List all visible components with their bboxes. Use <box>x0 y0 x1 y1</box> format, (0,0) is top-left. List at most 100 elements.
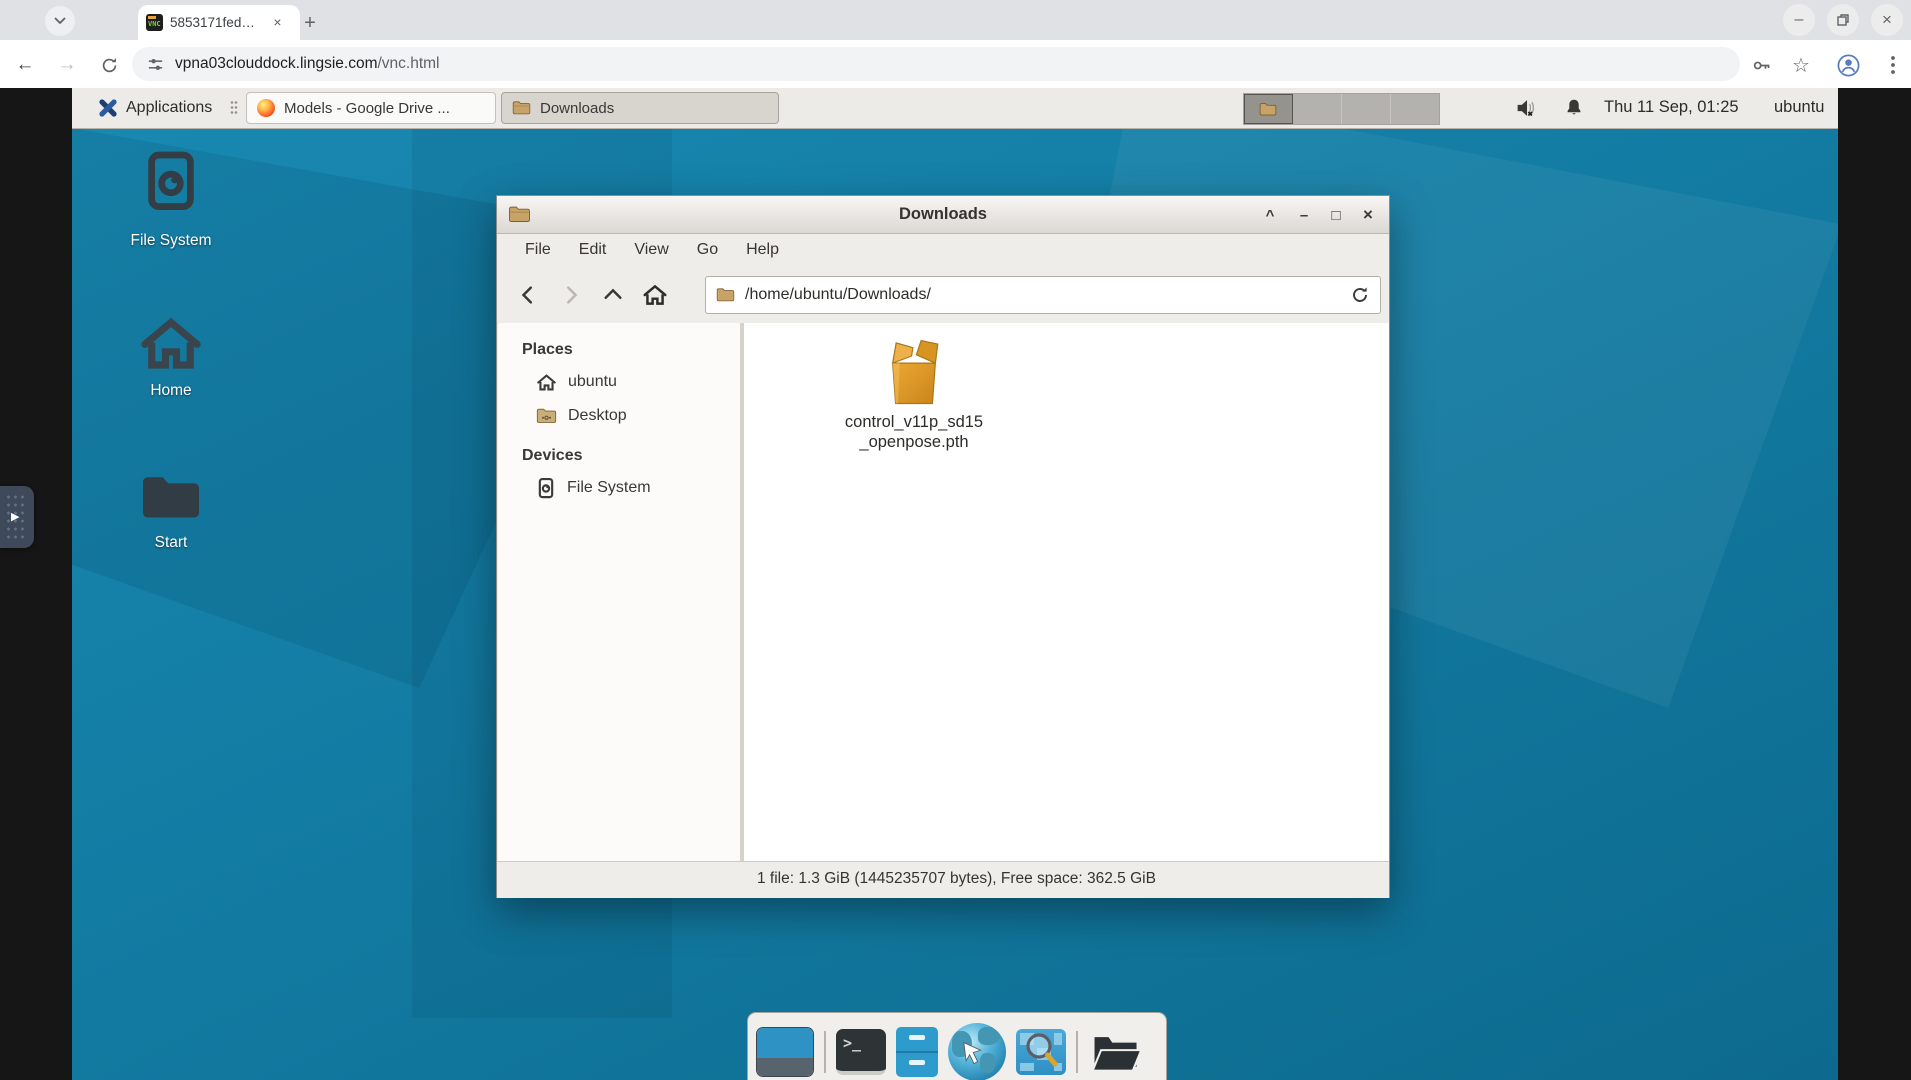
new-tab-button[interactable]: + <box>296 9 324 37</box>
browser-menu-button[interactable] <box>1884 52 1902 78</box>
dock-web-browser-button[interactable] <box>948 1023 1006 1080</box>
desktop-folder-icon <box>536 407 557 425</box>
cursor-icon <box>962 1041 984 1067</box>
devices-header: Devices <box>498 433 740 471</box>
panel-grip-handle[interactable] <box>230 100 238 116</box>
expand-arrow-icon: ▶ <box>11 510 19 523</box>
dock-file-manager-button[interactable] <box>896 1027 938 1077</box>
restore-icon <box>1837 14 1849 26</box>
volume-indicator[interactable] <box>1515 97 1538 119</box>
tab-close-button[interactable]: × <box>269 14 286 31</box>
fm-path-bar[interactable] <box>705 276 1381 314</box>
workspace-3[interactable] <box>1342 94 1391 124</box>
sidebar-item-label: ubuntu <box>568 373 617 391</box>
dock-terminal-button[interactable]: >_ <box>836 1029 886 1075</box>
back-button[interactable]: ← <box>12 52 38 78</box>
magnifier-icon <box>1022 1031 1062 1073</box>
fm-minimize-button[interactable]: – <box>1291 203 1317 227</box>
fm-titlebar[interactable]: Downloads ^ – □ × <box>497 196 1389 234</box>
panel-clock[interactable]: Thu 11 Sep, 01:25 <box>1604 98 1739 117</box>
workspace-4[interactable] <box>1391 94 1439 124</box>
fm-file-pane[interactable]: control_v11p_sd15 _openpose.pth <box>744 323 1389 861</box>
fm-sidebar: Places ubuntu Desktop Devices File Syste… <box>498 323 740 861</box>
reload-icon <box>100 56 119 75</box>
url-text: vpna03clouddock.lingsie.com/vnc.html <box>175 55 440 73</box>
applications-menu-button[interactable]: Applications <box>92 92 218 124</box>
home-icon <box>138 312 204 374</box>
panel-username: ubuntu <box>1774 98 1824 117</box>
menu-go[interactable]: Go <box>685 237 730 263</box>
status-text: 1 file: 1.3 GiB (1445235707 bytes), Free… <box>757 870 1156 888</box>
menu-file[interactable]: File <box>513 237 563 263</box>
drawer-handle <box>909 1060 925 1065</box>
sidebar-item-filesystem[interactable]: File System <box>498 471 740 505</box>
fm-forward-button[interactable] <box>555 280 587 310</box>
home-icon <box>536 373 557 392</box>
bell-icon <box>1564 98 1584 118</box>
fm-shade-button[interactable]: ^ <box>1257 203 1283 227</box>
avatar-icon <box>1836 53 1861 78</box>
taskbar-button-label: Models - Google Drive ... <box>284 100 450 117</box>
desktop-icon-home[interactable]: Home <box>106 312 236 400</box>
reload-button[interactable] <box>96 52 122 78</box>
folder-icon <box>512 100 531 116</box>
desktop-icon-filesystem[interactable]: File System <box>106 148 236 250</box>
window-minimize-button[interactable]: – <box>1783 4 1815 36</box>
file-name-line2: _openpose.pth <box>799 433 1029 453</box>
fm-up-button[interactable] <box>597 280 629 310</box>
dock-show-desktop-button[interactable] <box>756 1027 814 1077</box>
kebab-menu-icon <box>1891 56 1895 74</box>
chevron-down-icon <box>54 17 66 25</box>
notification-indicator[interactable] <box>1564 98 1584 118</box>
drawer-handle <box>909 1035 925 1040</box>
profile-avatar[interactable] <box>1834 51 1862 79</box>
tab-search-button[interactable] <box>45 6 75 36</box>
forward-button[interactable]: → <box>54 52 80 78</box>
taskbar-button-label: Downloads <box>540 100 614 117</box>
drive-icon <box>140 148 202 224</box>
menu-edit[interactable]: Edit <box>567 237 619 263</box>
bookmark-button[interactable]: ☆ <box>1788 52 1814 78</box>
desktop-icon-start[interactable]: Start <box>106 470 236 552</box>
refresh-icon[interactable] <box>1350 285 1370 305</box>
file-manager-window: Downloads ^ – □ × File Edit View Go Help <box>496 195 1390 898</box>
chevron-up-icon <box>601 284 625 306</box>
taskbar-button-downloads[interactable]: Downloads <box>501 92 779 124</box>
address-bar[interactable]: vpna03clouddock.lingsie.com/vnc.html <box>132 47 1740 81</box>
sidebar-item-label: Desktop <box>568 407 627 425</box>
terminal-icon: >_ <box>843 1034 861 1052</box>
package-icon <box>876 337 952 413</box>
fm-path-input[interactable] <box>743 285 1342 305</box>
sidebar-item-label: File System <box>567 479 651 497</box>
taskbar-button-models[interactable]: Models - Google Drive ... <box>246 92 496 124</box>
site-info-icon[interactable] <box>146 55 165 74</box>
workspace-1[interactable] <box>1244 94 1293 124</box>
fm-close-button[interactable]: × <box>1355 203 1381 227</box>
menu-view[interactable]: View <box>622 237 680 263</box>
sidebar-item-desktop[interactable]: Desktop <box>498 399 740 433</box>
home-icon <box>642 283 668 307</box>
password-manager-button[interactable] <box>1748 52 1774 78</box>
fm-window-title: Downloads <box>497 205 1389 224</box>
novnc-favicon-icon: VNC <box>146 14 163 31</box>
fm-home-button[interactable] <box>639 280 671 310</box>
dock-folder-button[interactable] <box>1088 1027 1144 1077</box>
window-restore-button[interactable] <box>1827 4 1859 36</box>
dock: >_ <box>747 1012 1167 1080</box>
vnc-desktop-canvas: Applications Models - Google Drive ... D… <box>72 88 1838 1080</box>
folder-icon <box>716 287 735 303</box>
browser-tab[interactable]: VNC 5853171fed5b:1 - noVNC × <box>138 5 300 40</box>
places-header: Places <box>498 335 740 365</box>
novnc-control-handle[interactable]: ▶ <box>0 486 34 548</box>
window-close-button[interactable]: × <box>1871 4 1903 36</box>
fm-back-button[interactable] <box>513 280 545 310</box>
workspace-2[interactable] <box>1293 94 1342 124</box>
fm-maximize-button[interactable]: □ <box>1323 203 1349 227</box>
file-item-controlnet-pth[interactable]: control_v11p_sd15 _openpose.pth <box>799 337 1029 453</box>
menu-help[interactable]: Help <box>734 237 791 263</box>
drive-icon <box>536 477 556 500</box>
dock-app-finder-button[interactable] <box>1016 1029 1066 1075</box>
volume-muted-icon <box>1515 97 1538 119</box>
sidebar-item-ubuntu[interactable]: ubuntu <box>498 365 740 399</box>
folder-icon <box>1259 102 1277 117</box>
